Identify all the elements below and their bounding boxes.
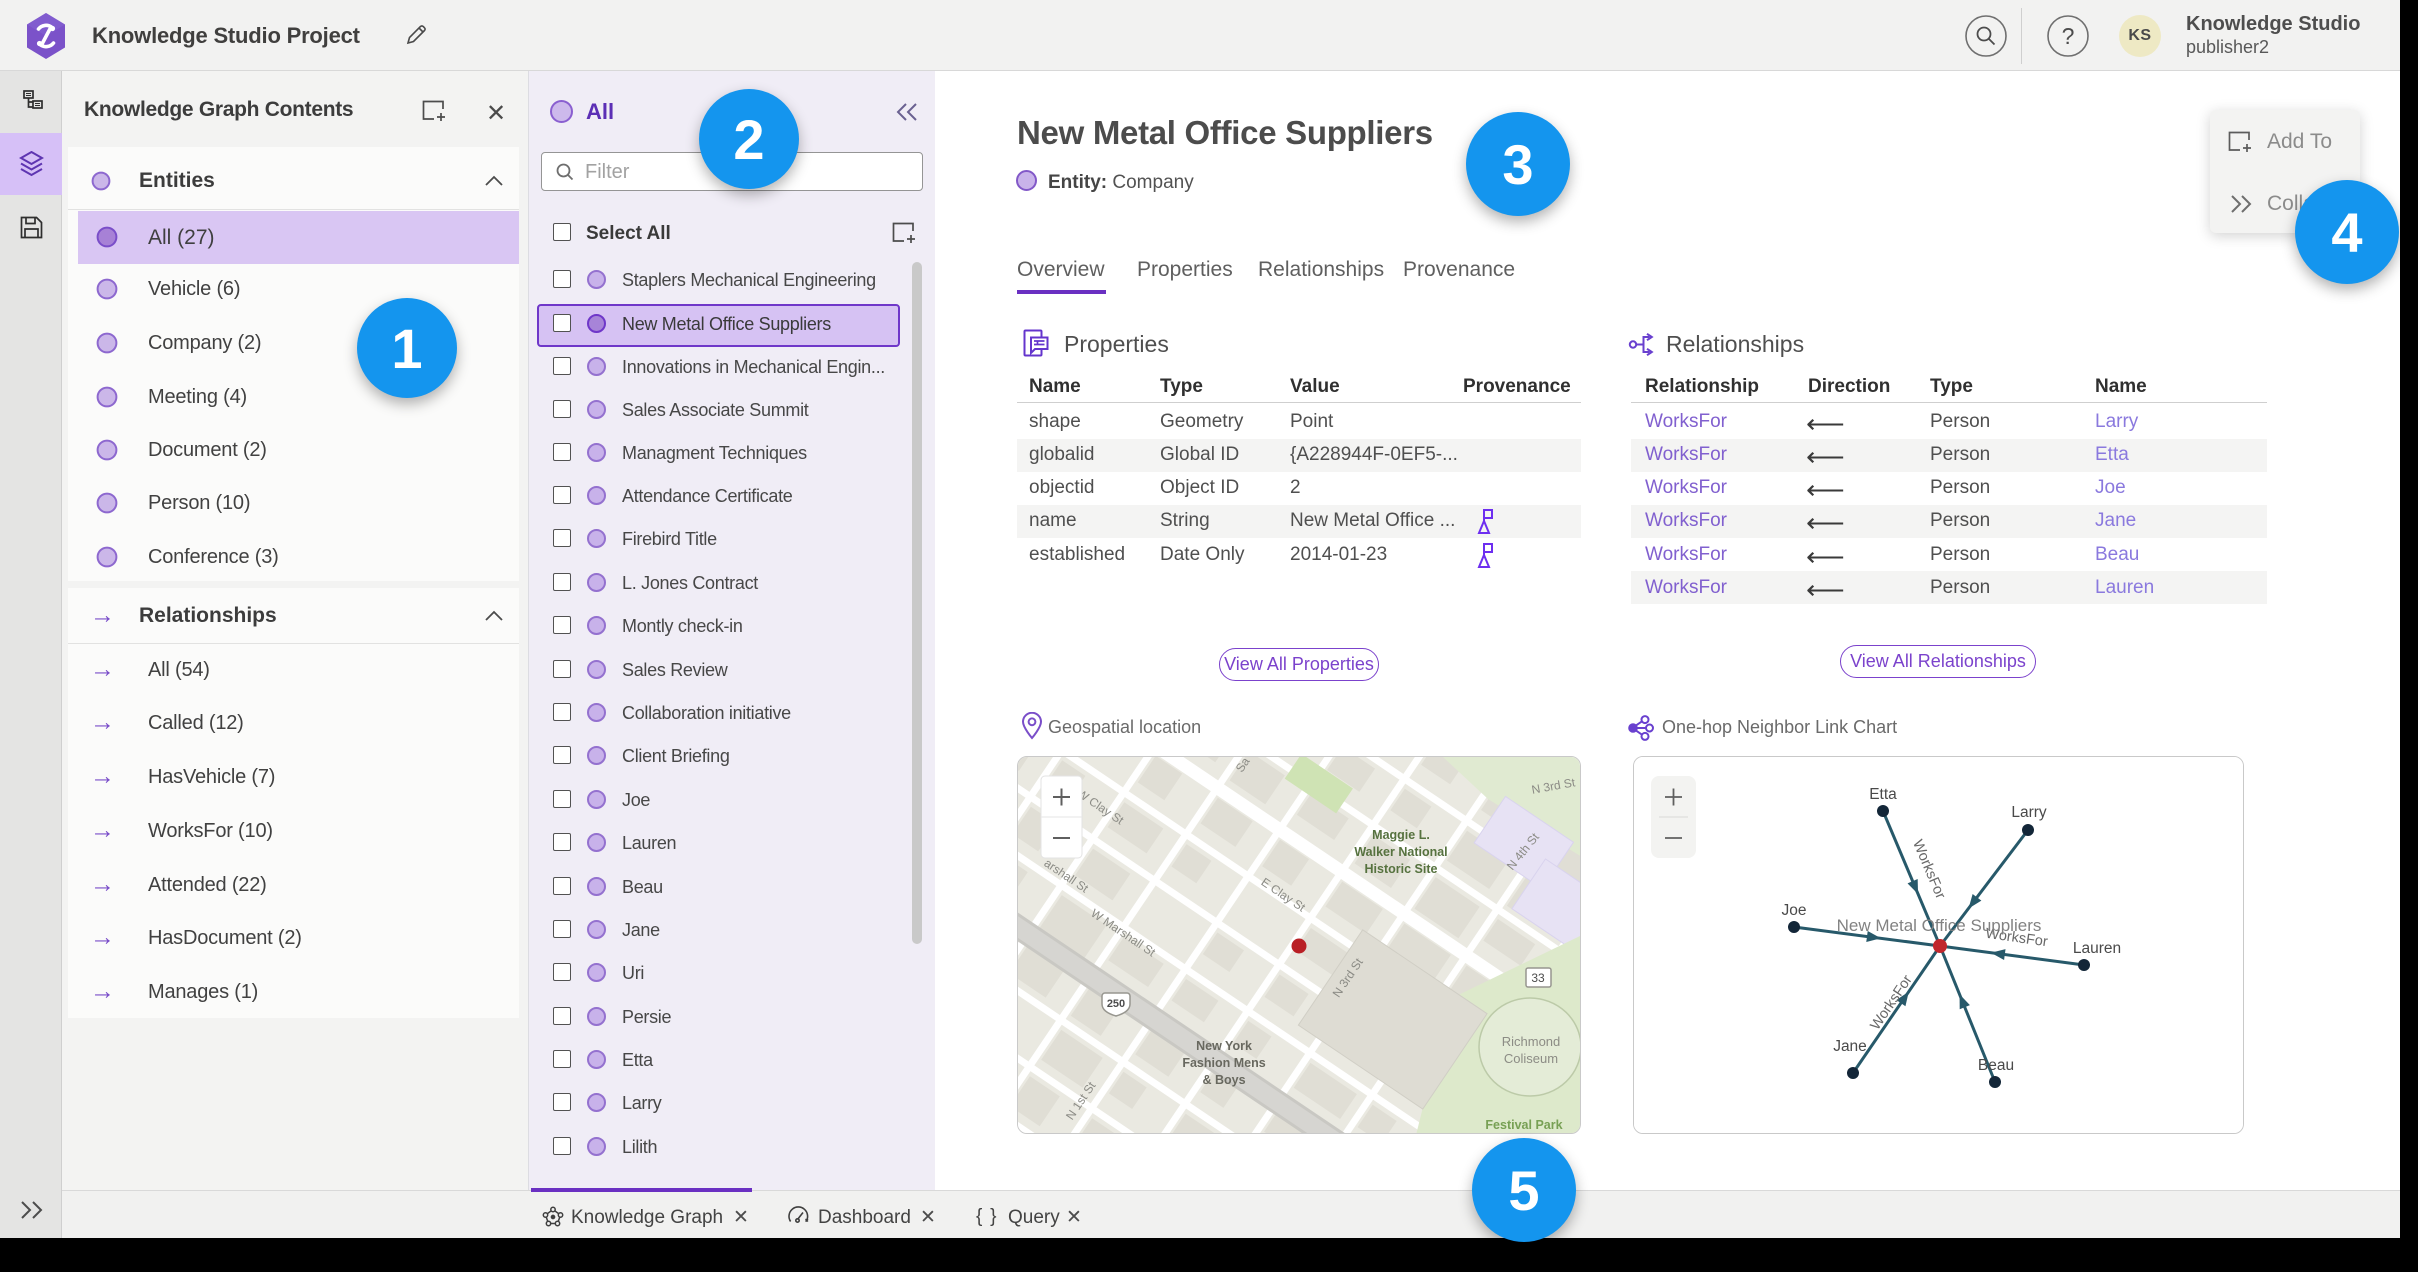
svg-text:?: ? [2062,23,2075,49]
svg-text:Etta: Etta [1869,786,1897,803]
svg-text:& Boys: & Boys [1202,1073,1245,1087]
svg-text:Walker National: Walker National [1354,845,1447,859]
svg-text:Fashion Mens: Fashion Mens [1182,1056,1265,1070]
svg-text:250: 250 [1107,998,1125,1010]
svg-text:Festival Park: Festival Park [1485,1118,1562,1132]
svg-text:33: 33 [1531,971,1545,985]
svg-text:Beau: Beau [1978,1057,2014,1074]
svg-text:Jane: Jane [1833,1038,1867,1055]
svg-text:Richmond: Richmond [1502,1034,1561,1049]
svg-text:Larry: Larry [2011,804,2047,821]
svg-text:Lauren: Lauren [2073,940,2121,957]
svg-text:Joe: Joe [1782,902,1807,919]
svg-text:Historic Site: Historic Site [1365,862,1438,876]
svg-text:Maggie L.: Maggie L. [1372,828,1430,842]
svg-text:New Metal Office Suppliers: New Metal Office Suppliers [1837,916,2042,935]
svg-text:New York: New York [1196,1039,1252,1053]
svg-text:Coliseum: Coliseum [1504,1051,1558,1066]
